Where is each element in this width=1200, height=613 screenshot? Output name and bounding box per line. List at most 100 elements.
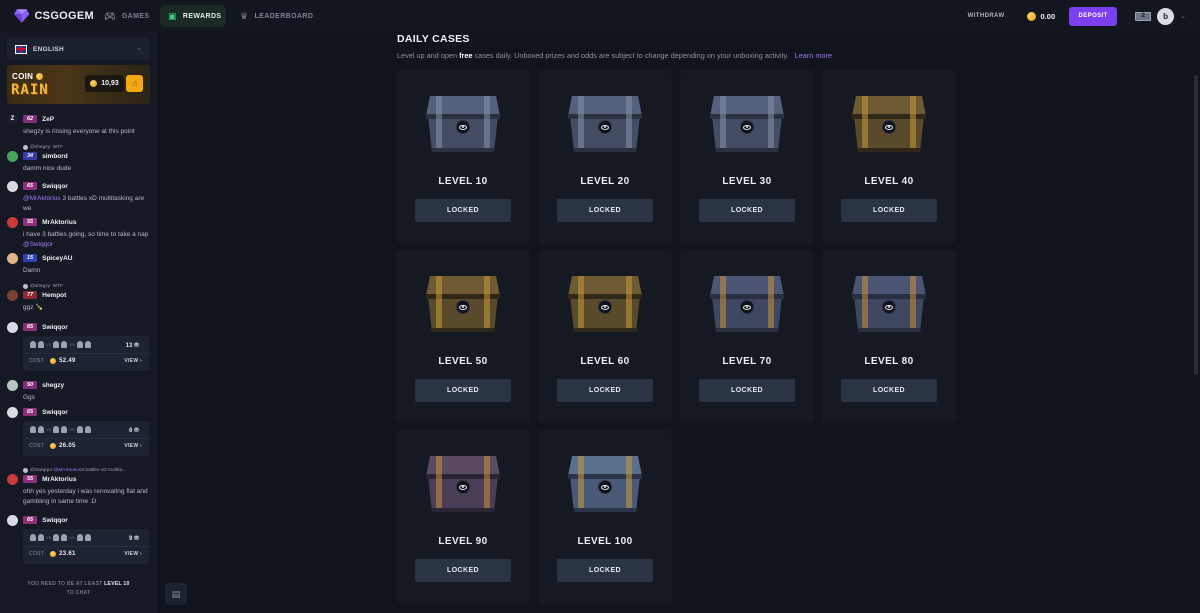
level-badge: 34 [23, 152, 38, 160]
preview-eye-icon[interactable] [456, 120, 470, 134]
notice-level: LEVEL 10 [104, 581, 130, 587]
reply-avatar-icon [23, 283, 28, 289]
preview-eye-icon[interactable] [882, 300, 896, 314]
avatar[interactable] [7, 289, 18, 301]
reply-text: 3 battles xD multita... [81, 467, 127, 473]
locked-button[interactable]: LOCKED [415, 199, 511, 222]
case-card[interactable]: LEVEL 10 LOCKED [396, 70, 530, 243]
case-card[interactable]: LEVEL 70 LOCKED [680, 250, 814, 423]
chevron-down-icon[interactable]: ⌄ [1180, 12, 1186, 20]
case-card[interactable]: LEVEL 50 LOCKED [396, 250, 530, 423]
page-title: DAILY CASES [397, 33, 470, 45]
avatar[interactable] [7, 216, 18, 228]
avatar[interactable] [7, 150, 18, 162]
locked-button[interactable]: LOCKED [557, 559, 653, 582]
case-card[interactable]: LEVEL 40 LOCKED [822, 70, 956, 243]
avatar[interactable] [7, 514, 18, 526]
preview-eye-icon[interactable] [456, 480, 470, 494]
preview-eye-icon[interactable] [598, 120, 612, 134]
username[interactable]: SpiceyAU [42, 255, 72, 262]
chat-message: 65 Swiqqor [7, 514, 152, 526]
preview-eye-icon[interactable] [456, 300, 470, 314]
locked-button[interactable]: LOCKED [699, 199, 795, 222]
locked-button[interactable]: LOCKED [415, 559, 511, 582]
reply-reference[interactable]: @shegzy: WTF [23, 143, 152, 151]
learn-more-link[interactable]: Learn more [795, 51, 832, 60]
case-card[interactable]: LEVEL 60 LOCKED [538, 250, 672, 423]
reply-reference[interactable]: @shegzy: WTF [23, 282, 152, 290]
chat-toggle-button[interactable]: ▤ [165, 583, 187, 605]
withdraw-button[interactable]: WITHDRAW [968, 13, 1005, 19]
view-battle-button[interactable]: VIEW › [124, 358, 142, 364]
deposit-button[interactable]: DEPOSIT [1069, 6, 1118, 26]
battle-card[interactable]: VS VS 13 ⛃ COST 52.49 VIEW › [23, 336, 149, 371]
level-badge: 62 [23, 115, 38, 123]
username[interactable]: simbord [42, 153, 68, 160]
reply-avatar-icon [23, 144, 28, 150]
username[interactable]: Swiqqor [42, 517, 68, 524]
avatar[interactable] [7, 252, 18, 264]
view-battle-button[interactable]: VIEW › [124, 443, 142, 449]
scrollbar[interactable] [1194, 75, 1198, 375]
nav-leaderboard[interactable]: ♛ LEADERBOARD [232, 5, 321, 27]
avatar[interactable] [7, 473, 18, 485]
case-card[interactable]: LEVEL 30 LOCKED [680, 70, 814, 243]
view-battle-button[interactable]: VIEW › [124, 551, 142, 557]
nav-games[interactable]: 🎮︎ GAMES ⌄ [96, 5, 165, 27]
case-count-value: 6 [128, 428, 133, 434]
battle-card[interactable]: VS VS 9 ⛃ COST 23.61 VIEW › [23, 529, 149, 564]
player-icon [38, 426, 44, 433]
case-card[interactable]: LEVEL 20 LOCKED [538, 70, 672, 243]
username[interactable]: MrAktorius [42, 476, 76, 483]
case-card[interactable]: LEVEL 80 LOCKED [822, 250, 956, 423]
case-stack-icon: ⛃ [133, 428, 139, 434]
locked-button[interactable]: LOCKED [415, 379, 511, 402]
nav-rewards[interactable]: ▣ REWARDS [160, 5, 226, 27]
user-avatar[interactable]: b [1157, 7, 1175, 25]
preview-eye-icon[interactable] [740, 120, 754, 134]
player-icon [84, 534, 91, 541]
preview-eye-icon[interactable] [740, 300, 754, 314]
reply-reference[interactable]: @Swiqqor: @MrAktorius 3 battles xD multi… [23, 466, 152, 474]
locked-button[interactable]: LOCKED [841, 199, 937, 222]
case-card[interactable]: LEVEL 100 LOCKED [538, 430, 672, 603]
username[interactable]: Hempot [42, 292, 66, 299]
level-badge: 65 [23, 182, 38, 190]
avatar[interactable]: Z [7, 113, 18, 125]
battle-case-count: 6 ⛃ [129, 427, 139, 434]
mention[interactable]: @MrAktorius [23, 195, 61, 202]
coin-icon [50, 551, 57, 557]
case-card[interactable]: LEVEL 90 LOCKED [396, 430, 530, 603]
avatar[interactable] [7, 321, 18, 333]
username[interactable]: shegzy [42, 382, 64, 389]
level-badge: 55 [23, 475, 38, 483]
player-icon [84, 341, 91, 348]
preview-eye-icon[interactable] [598, 480, 612, 494]
locked-button[interactable]: LOCKED [699, 379, 795, 402]
username[interactable]: ZeP [42, 116, 54, 123]
preview-eye-icon[interactable] [882, 120, 896, 134]
tip-rain-button[interactable]: ☝ [126, 75, 143, 92]
username[interactable]: Swiqqor [42, 324, 68, 331]
mention[interactable]: @Swiqqor [23, 241, 53, 248]
notification-badge[interactable]: 2 [1135, 11, 1152, 21]
username[interactable]: MrAktorius [42, 219, 76, 226]
locked-button[interactable]: LOCKED [557, 379, 653, 402]
avatar[interactable] [7, 406, 18, 418]
nav-rewards-label: REWARDS [182, 12, 222, 20]
username[interactable]: Swiqqor [42, 183, 68, 190]
avatar[interactable] [7, 180, 18, 192]
logo[interactable]: CSGOGEM [14, 9, 94, 23]
locked-button[interactable]: LOCKED [841, 379, 937, 402]
preview-eye-icon[interactable] [598, 300, 612, 314]
avatar[interactable] [7, 379, 18, 391]
player-icon [61, 426, 68, 433]
battle-card[interactable]: VS VS 6 ⛃ COST 26.05 VIEW › [23, 421, 149, 456]
locked-button[interactable]: LOCKED [557, 199, 653, 222]
username[interactable]: Swiqqor [42, 409, 68, 416]
player-icon [76, 341, 83, 348]
reply-avatar-icon [23, 467, 28, 473]
language-selector[interactable]: ENGLISH ⌄ [7, 38, 150, 60]
gift-icon: ▣ [168, 10, 177, 21]
player-icon [76, 426, 83, 433]
